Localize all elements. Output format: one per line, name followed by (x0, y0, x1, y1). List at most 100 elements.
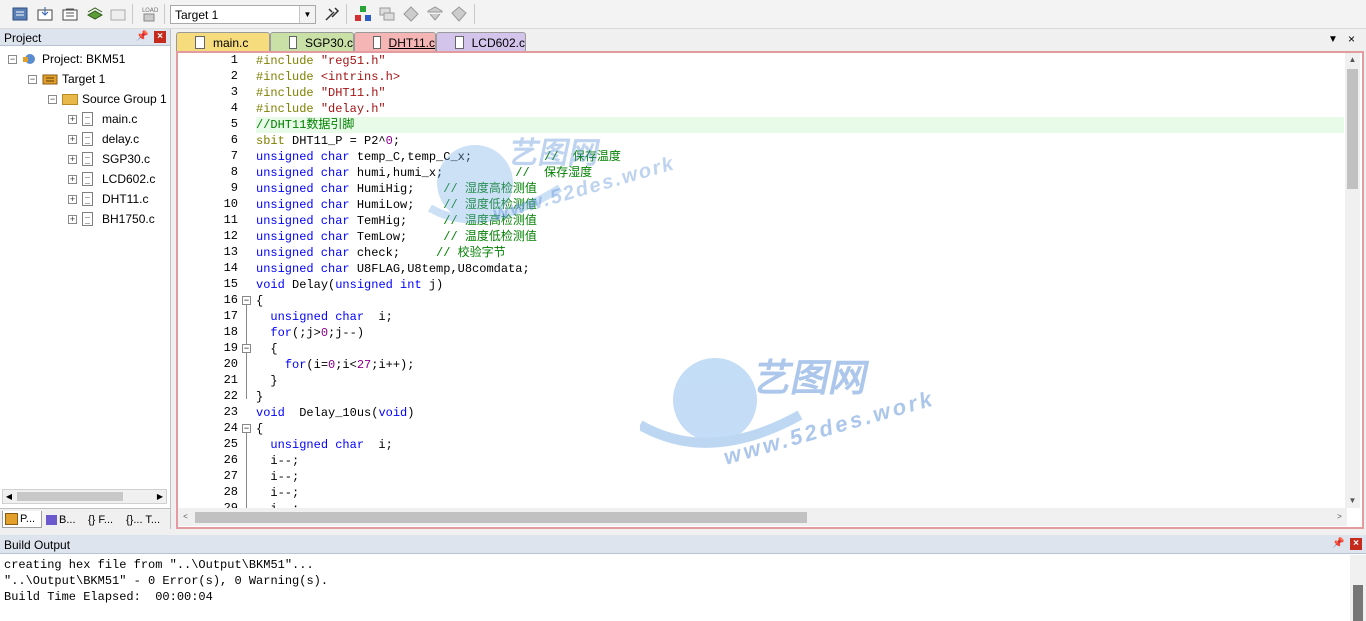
code-line[interactable]: for(i=0;i<27;i++); (256, 357, 415, 373)
tab-project[interactable]: P... (2, 511, 42, 528)
tree-file-bh1750[interactable]: + BH1750.c (68, 210, 155, 228)
expand-icon[interactable]: + (68, 134, 77, 144)
scroll-thumb[interactable] (195, 512, 807, 523)
tab-books[interactable]: B... (44, 511, 82, 528)
code-line[interactable]: //DHT11数据引脚 (256, 117, 354, 133)
fold-toggle-icon[interactable]: − (242, 296, 251, 305)
scroll-left-icon[interactable]: ◀ (3, 490, 15, 503)
line-number: 9 (230, 181, 238, 195)
tree-file-main[interactable]: + main.c (68, 110, 137, 128)
pin-icon[interactable]: 📌 (1332, 538, 1344, 550)
code-line[interactable]: void Delay(unsigned int j) (256, 277, 443, 293)
code-token: #include (256, 86, 321, 100)
expand-icon[interactable]: + (68, 154, 77, 164)
code-line[interactable]: { (256, 421, 263, 437)
collapse-icon[interactable]: − (28, 74, 37, 84)
manage-components-icon[interactable] (353, 4, 373, 24)
code-line[interactable]: #include "delay.h" (256, 101, 386, 117)
scroll-up-icon[interactable]: ▲ (1345, 53, 1360, 67)
code-line[interactable]: } (256, 373, 277, 389)
code-line[interactable]: #include "reg51.h" (256, 53, 386, 69)
batch-build-icon[interactable] (85, 4, 105, 24)
collapse-icon[interactable]: − (48, 94, 57, 104)
pin-icon[interactable]: 📌 (136, 31, 148, 43)
code-line[interactable]: i--; (256, 469, 299, 485)
close-icon[interactable]: × (154, 31, 166, 43)
code-line[interactable]: sbit DHT11_P = P2^0; (256, 133, 400, 149)
code-line[interactable]: unsigned char check; // 校验字节 (256, 245, 506, 261)
scroll-thumb[interactable] (17, 492, 123, 501)
target-select[interactable]: Target 1 ▼ (170, 5, 316, 24)
project-panel: Project 📌 × − Project: BKM51 − Target 1 … (0, 29, 171, 530)
code-line[interactable]: for(;j>0;j--) (256, 325, 364, 341)
rebuild-icon[interactable] (60, 4, 80, 24)
code-line[interactable]: void Delay_10us(void) (256, 405, 414, 421)
tab-sgp30-c[interactable]: SGP30.c (270, 32, 354, 52)
expand-icon[interactable]: + (68, 174, 77, 184)
scroll-thumb[interactable] (1347, 69, 1358, 189)
code-line[interactable]: unsigned char TemLow; // 温度低检测值 (256, 229, 537, 245)
build-icon[interactable] (35, 4, 55, 24)
tree-file-lcd602[interactable]: + LCD602.c (68, 170, 155, 188)
editor-hscrollbar[interactable]: < > (178, 508, 1347, 526)
tree-project[interactable]: − Project: BKM51 (8, 50, 125, 68)
scroll-thumb[interactable] (1353, 585, 1363, 621)
code-token: unsigned char (256, 230, 350, 244)
file-icon (195, 36, 205, 49)
code-line[interactable]: i--; (256, 453, 299, 469)
code-line[interactable]: unsigned char U8FLAG,U8temp,U8comdata; (256, 261, 530, 277)
tab-main-c[interactable]: main.c (176, 32, 270, 52)
tree-target[interactable]: − Target 1 (28, 70, 105, 88)
scroll-left-icon[interactable]: < (178, 510, 193, 524)
scroll-right-icon[interactable]: ▶ (154, 490, 166, 503)
code-line[interactable]: { (256, 341, 277, 357)
project-hscrollbar[interactable]: ◀ ▶ (2, 489, 167, 504)
code-token: ;i< (335, 358, 357, 372)
expand-icon[interactable]: + (68, 214, 77, 224)
collapse-icon[interactable]: − (8, 54, 17, 64)
code-line[interactable]: unsigned char i; (256, 309, 392, 325)
close-icon[interactable]: × (1350, 538, 1362, 550)
code-token: #include (256, 102, 321, 116)
code-line[interactable]: unsigned char i; (256, 437, 392, 453)
fold-toggle-icon[interactable]: − (242, 424, 251, 433)
code-line[interactable]: unsigned char temp_C,temp_C_x; // 保存温度 (256, 149, 621, 165)
target-options-icon[interactable] (322, 4, 342, 24)
tree-file-delay[interactable]: + delay.c (68, 130, 139, 148)
code-editor[interactable]: 1 2 3 4 5 6 7 8 9 10 11 12 13 14 15 16 17 18 19 20 21 22 23 24 2… (176, 51, 1364, 529)
tab-dht11-c[interactable]: DHT11.c (354, 32, 436, 52)
close-icon[interactable]: × (1348, 32, 1355, 46)
translate-icon[interactable] (10, 4, 30, 24)
code-line[interactable]: unsigned char TemHig; // 温度高检测值 (256, 213, 537, 229)
expand-icon[interactable]: + (68, 194, 77, 204)
code-line[interactable]: i--; (256, 485, 299, 501)
build-output-vscrollbar[interactable] (1350, 555, 1366, 621)
scroll-right-icon[interactable]: > (1332, 510, 1347, 524)
code-line[interactable]: { (256, 293, 263, 309)
pack-installer-icon[interactable] (425, 4, 445, 24)
editor-vscrollbar[interactable]: ▲ ▼ (1345, 53, 1360, 508)
file-extensions-icon[interactable] (377, 4, 397, 24)
code-line[interactable]: #include "DHT11.h" (256, 85, 386, 101)
tab-functions[interactable]: {} F... (86, 511, 122, 528)
expand-icon[interactable]: + (68, 114, 77, 124)
tree-file-dht11[interactable]: + DHT11.c (68, 190, 148, 208)
tree-file-sgp30[interactable]: + SGP30.c (68, 150, 150, 168)
fold-toggle-icon[interactable]: − (242, 344, 251, 353)
chevron-down-icon[interactable]: ▼ (299, 6, 315, 23)
select-packs-icon[interactable] (401, 4, 421, 24)
scroll-down-icon[interactable]: ▼ (1345, 494, 1360, 508)
stop-build-icon[interactable] (108, 4, 128, 24)
tab-lcd602-c[interactable]: LCD602.c (436, 32, 526, 52)
code-token: //DHT11数据引脚 (256, 118, 355, 132)
code-line[interactable]: unsigned char HumiLow; // 湿度低检测值 (256, 197, 537, 213)
code-line[interactable]: unsigned char HumiHig; // 湿度高检测值 (256, 181, 537, 197)
run-time-env-icon[interactable] (449, 4, 469, 24)
code-line[interactable]: unsigned char humi,humi_x; // 保存湿度 (256, 165, 592, 181)
tab-list-icon[interactable]: ▼ (1328, 34, 1338, 45)
tab-templates[interactable]: {}... T... (124, 511, 168, 528)
code-line[interactable]: } (256, 389, 263, 405)
tree-group[interactable]: − Source Group 1 (48, 90, 167, 108)
code-line[interactable]: #include <intrins.h> (256, 69, 400, 85)
download-icon[interactable]: LOAD (139, 4, 159, 24)
